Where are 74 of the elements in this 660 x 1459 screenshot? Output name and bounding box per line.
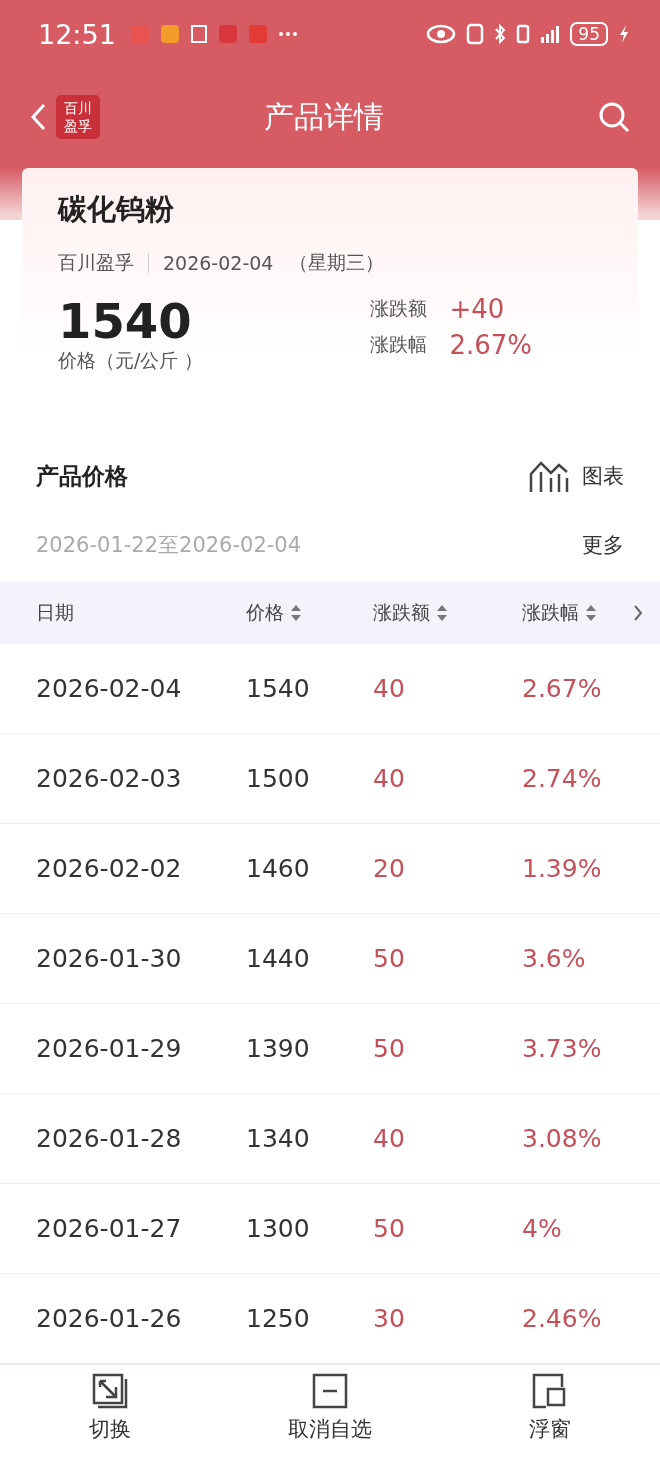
source-name: 百川盈孚 [58,250,134,275]
table-cell-text: 40 [373,764,406,793]
column-header[interactable]: 涨跌幅 [522,600,579,626]
toolbar-button[interactable]: 取消自选 [220,1365,440,1459]
table-cell-text: 4% [522,1214,563,1243]
brand-logo: 百川 盈孚 [56,95,100,139]
price-unit: 价格（元/公斤 ） [58,348,204,373]
table-cell-text: 3.73% [522,1034,603,1063]
table-cell-text: 2026-01-29 [36,1034,183,1063]
change-label: 涨跌额 [370,296,428,321]
sort-icon[interactable] [585,603,597,623]
page-title: 产品详情 [263,97,385,136]
more-icon [277,31,298,37]
table-cell-text: 2026-01-28 [36,1124,183,1153]
table-cell-text: 1300 [246,1214,311,1243]
search-icon[interactable] [598,101,630,133]
table-cell-text: 2.46% [522,1304,603,1333]
table-cell-text: 1340 [246,1124,311,1153]
toolbar-button[interactable]: 浮窗 [440,1365,660,1459]
table-cell-text: 3.08% [522,1124,603,1153]
toolbar-button[interactable]: 切换 [0,1365,220,1459]
minus-square-icon [312,1373,348,1409]
table-cell-text: 2.74% [522,764,603,793]
eye-icon [426,24,457,44]
table-cell-text: 2026-02-02 [36,854,183,883]
table-cell-text: 50 [373,1034,406,1063]
chevron-right-icon[interactable] [632,603,644,623]
date-range: 2026-01-22至2026-02-04 [36,532,302,559]
product-name: 碳化钨粉 [58,191,175,228]
app-icon [217,24,238,44]
column-header[interactable]: 价格 [246,600,284,626]
price-date: 2026-02-04 [163,252,274,274]
table-cell-text: 1540 [246,674,311,703]
table-cell-text: 1440 [246,944,311,973]
table-cell-text: 30 [373,1304,406,1333]
change-value: 2.67% [449,330,532,360]
change-value: +40 [449,294,505,324]
table-cell-text: 1500 [246,764,311,793]
more-link[interactable]: 更多 [582,531,624,559]
status-time: 12:51 [38,18,116,50]
table-cell-text: 2026-01-30 [36,944,183,973]
section-title: 产品价格 [36,461,128,491]
sort-icon[interactable] [290,603,302,623]
column-header[interactable]: 涨跌额 [373,600,430,626]
resize-icon [92,1373,128,1409]
table-cell-text: 2026-02-04 [36,674,183,703]
change-label: 涨跌幅 [370,332,428,357]
signal-icon [540,24,561,44]
table-cell-text: 2.67% [522,674,603,703]
table-cell-text: 50 [373,944,406,973]
table-cell-text: 3.6% [522,944,587,973]
table-cell-text: 2026-01-27 [36,1214,183,1243]
battery-level: 95 [570,22,608,46]
chart-link[interactable]: 图表 [582,462,624,490]
column-header[interactable]: 日期 [36,600,74,626]
table-cell-text: 50 [373,1214,406,1243]
table-cell-text: 2026-01-26 [36,1304,183,1333]
app-icon [247,24,268,44]
bluetooth-icon [494,23,507,45]
app-icon [159,24,180,44]
table-cell-text: 20 [373,854,406,883]
sort-icon[interactable] [436,603,448,623]
weekday: （星期三） [289,250,385,275]
current-price: 1540 [58,294,193,348]
table-cell-text: 1.39% [522,854,603,883]
table-cell-text: 1460 [246,854,311,883]
window-icon [532,1373,568,1409]
table-cell-text: 40 [373,1124,406,1153]
table-cell-text: 40 [373,674,406,703]
charging-icon [618,24,630,44]
table-cell-text: 1250 [246,1304,311,1333]
back-icon[interactable] [30,102,48,132]
table-cell-text: 1390 [246,1034,311,1063]
table-cell-text: 2026-02-03 [36,764,183,793]
